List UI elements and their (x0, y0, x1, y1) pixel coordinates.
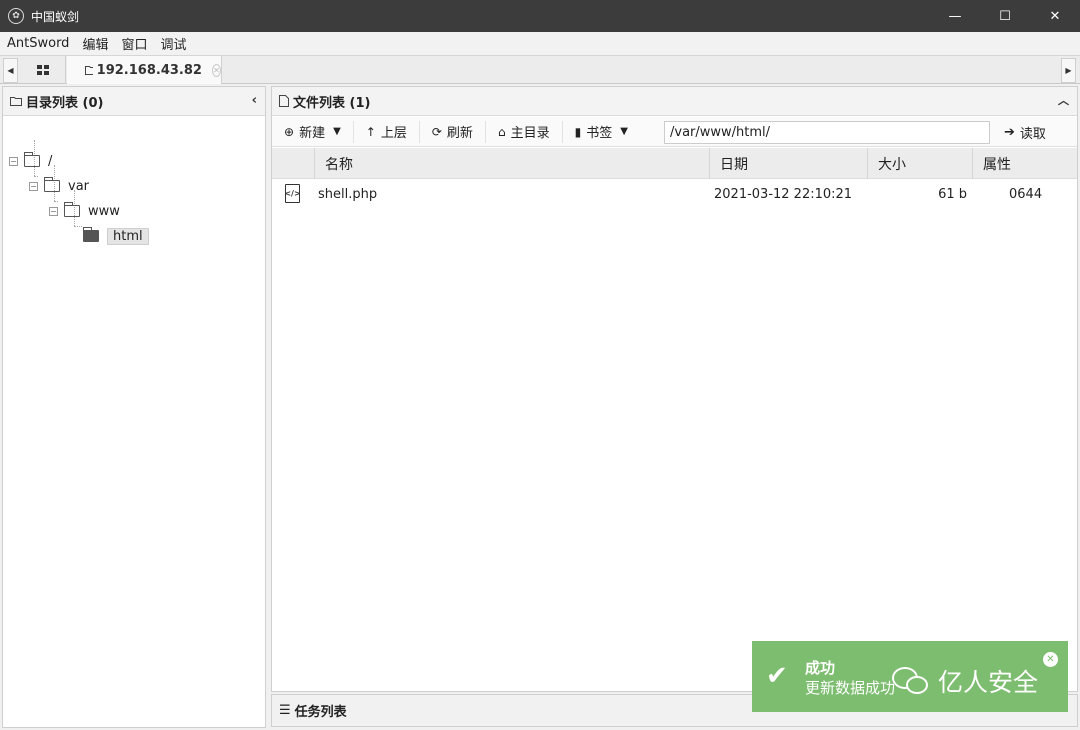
column-header-size[interactable]: 大小 (867, 148, 972, 179)
home-icon: ⌂ (497, 124, 506, 139)
menu-antsword[interactable]: AntSword (7, 36, 69, 51)
bookmark-label: 书签 (586, 126, 613, 141)
home-dir-button[interactable]: ⌂ 主目录 (486, 120, 563, 143)
new-button-label: 新建 (299, 126, 326, 141)
list-icon: ☰ (279, 703, 291, 718)
plus-circle-icon: ⊕ (284, 124, 295, 139)
tab-bar: ◀ 192.168.43.82 ✕ ▶ (0, 55, 1080, 84)
tree-node-label: www (88, 203, 120, 219)
tab-home[interactable] (20, 56, 66, 84)
tab-shell-session[interactable]: 192.168.43.82 ✕ (67, 56, 222, 84)
code-file-icon: </> (284, 184, 301, 203)
collapse-panel-icon[interactable]: ‹ (252, 93, 257, 108)
watermark: 亿人安全 (892, 663, 1038, 699)
collapse-toggle-icon[interactable]: − (9, 156, 18, 166)
tree-node-html[interactable]: html (77, 226, 149, 246)
checkmark-icon: ✔ (766, 661, 788, 691)
folder-icon (85, 66, 93, 75)
tree-node-label: html (107, 227, 149, 245)
tab-close-icon[interactable]: ✕ (211, 63, 221, 77)
file-grid-header: 名称 日期 大小 属性 (272, 148, 1077, 179)
close-window-button[interactable]: ✕ (1030, 0, 1080, 32)
tree-node-label: var (68, 178, 90, 194)
directory-panel-title: 目录列表 (0) (26, 95, 104, 111)
refresh-label: 刷新 (446, 126, 473, 141)
tab-scroll-right-button[interactable]: ▶ (1061, 58, 1076, 83)
refresh-button[interactable]: ⟳ 刷新 (420, 120, 486, 143)
file-row[interactable]: </> shell.php 2021-03-12 22:10:21 61 b 0… (272, 179, 1077, 209)
directory-panel-header: 目录列表 (0) ‹ (3, 87, 265, 116)
column-header-name[interactable]: 名称 (314, 148, 709, 179)
folder-icon (24, 152, 40, 167)
up-level-button[interactable]: ↑ 上层 (354, 120, 420, 143)
maximize-button[interactable]: ☐ (980, 0, 1030, 32)
toast-message: 更新数据成功 (805, 679, 896, 697)
file-name: shell.php (318, 186, 378, 202)
refresh-icon: ⟳ (431, 124, 442, 139)
minimize-button[interactable]: — (930, 0, 980, 32)
success-toast: ✔ 成功 更新数据成功 ✕ 亿人安全 (752, 641, 1068, 712)
column-header-attr[interactable]: 属性 (972, 148, 1077, 179)
collapse-panel-icon[interactable]: ︿ (1058, 92, 1069, 108)
tab-scroll-left-button[interactable]: ◀ (3, 58, 18, 83)
chevron-down-icon: ▼ (333, 126, 341, 137)
path-input[interactable] (664, 121, 990, 144)
collapse-toggle-icon[interactable]: − (49, 206, 58, 216)
task-panel-title: 任务列表 (294, 705, 347, 720)
file-size: 61 b (938, 186, 967, 202)
tree-node-root[interactable]: − / (9, 151, 52, 171)
folder-icon (64, 202, 80, 217)
tree-node-var[interactable]: − var (29, 176, 89, 196)
menu-bar: AntSword 编辑 窗口 调试 (0, 32, 1080, 55)
menu-window[interactable]: 窗口 (121, 34, 147, 53)
file-panel-title: 文件列表 (1) (293, 95, 371, 111)
toast-title: 成功 (805, 659, 836, 677)
grid-icon (36, 65, 49, 75)
toast-close-icon[interactable]: ✕ (1043, 652, 1058, 667)
arrow-up-icon: ↑ (365, 124, 376, 139)
directory-panel: 目录列表 (0) ‹ − / − var − www html (2, 86, 266, 728)
read-button[interactable]: ➔ 读取 (1004, 121, 1046, 144)
column-header-date[interactable]: 日期 (709, 148, 867, 179)
watermark-text: 亿人安全 (938, 668, 1039, 697)
chevron-down-icon: ▼ (620, 126, 628, 137)
arrow-right-icon: ➔ (1004, 125, 1015, 140)
up-level-label: 上层 (380, 126, 407, 141)
file-attr: 0644 (1009, 186, 1043, 202)
folder-open-icon (83, 227, 99, 242)
bookmark-button[interactable]: ▮ 书签 ▼ (563, 121, 640, 143)
file-date: 2021-03-12 22:10:21 (714, 186, 853, 202)
window-title: 中国蚁剑 (31, 9, 80, 24)
folder-icon (10, 97, 22, 106)
window-titlebar: ✿ 中国蚁剑 — ☐ ✕ (0, 0, 1080, 32)
tree-node-label: / (48, 153, 53, 169)
bookmark-icon: ▮ (574, 124, 582, 139)
file-icon (279, 95, 289, 107)
menu-debug[interactable]: 调试 (160, 34, 186, 53)
new-button[interactable]: ⊕ 新建 ▼ (272, 120, 354, 143)
collapse-toggle-icon[interactable]: − (29, 181, 38, 191)
tab-label: 192.168.43.82 (96, 62, 202, 78)
file-panel-header: 文件列表 (1) ︿ (272, 87, 1077, 116)
read-label: 读取 (1019, 127, 1046, 142)
folder-icon (44, 177, 60, 192)
file-toolbar: ⊕ 新建 ▼ ↑ 上层 ⟳ 刷新 ⌂ 主目录 ▮ 书签 ▼ ➔ 读取 (272, 117, 1077, 147)
wechat-logo-icon (892, 667, 930, 695)
app-logo-icon: ✿ (8, 8, 24, 24)
menu-edit[interactable]: 编辑 (82, 34, 108, 53)
tree-node-www[interactable]: − www (49, 201, 120, 221)
file-panel: 文件列表 (1) ︿ ⊕ 新建 ▼ ↑ 上层 ⟳ 刷新 ⌂ 主目录 ▮ 书签 ▼… (271, 86, 1078, 692)
home-dir-label: 主目录 (510, 126, 550, 141)
